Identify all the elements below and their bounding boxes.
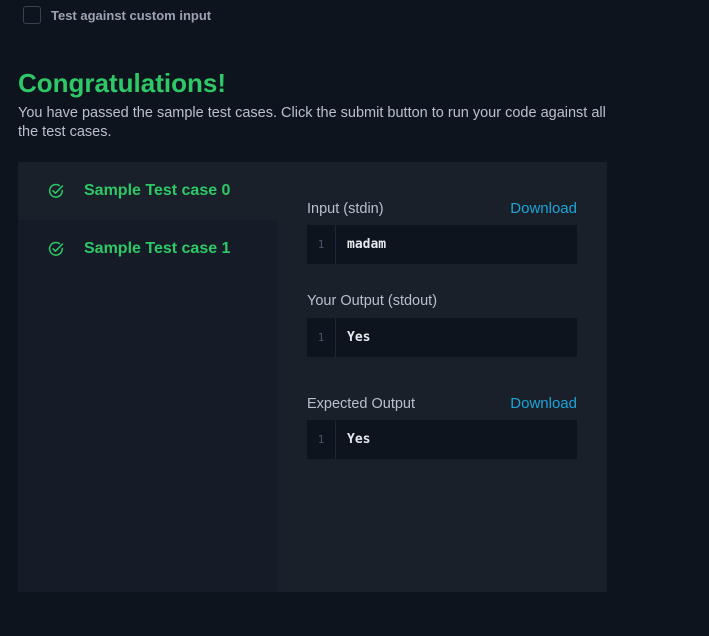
your-output-value: Yes	[347, 330, 371, 345]
test-case-label: Sample Test case 0	[84, 182, 231, 199]
input-label: Input (stdin)	[307, 201, 384, 217]
download-input-link[interactable]: Download	[510, 200, 577, 217]
input-value: madam	[347, 237, 387, 252]
custom-input-label: Test against custom input	[51, 7, 212, 23]
line-number: 1	[307, 420, 336, 459]
expected-output-section: Expected Output Download 1 Yes	[307, 395, 577, 459]
check-circle-icon	[48, 241, 64, 256]
line-number: 1	[307, 318, 336, 357]
expected-output-value: Yes	[347, 432, 371, 447]
input-code-box: 1 madam	[307, 225, 577, 264]
your-output-code-box: 1 Yes	[307, 318, 577, 357]
check-circle-icon	[48, 183, 64, 198]
test-case-list: Sample Test case 0 Sample Test case 1	[18, 162, 277, 592]
download-expected-output-link[interactable]: Download	[510, 395, 577, 412]
congrats-message: You have passed the sample test cases. C…	[18, 105, 606, 140]
congrats-title: Congratulations!	[18, 68, 226, 98]
test-case-tab-0[interactable]: Sample Test case 0	[18, 162, 277, 220]
line-number: 1	[307, 225, 336, 264]
test-case-details: Input (stdin) Download 1 madam Your Outp…	[277, 162, 607, 592]
your-output-label: Your Output (stdout)	[307, 293, 438, 309]
expected-output-label: Expected Output	[307, 396, 416, 412]
test-case-label: Sample Test case 1	[84, 240, 231, 257]
your-output-section: Your Output (stdout) 1 Yes	[307, 293, 577, 357]
custom-input-checkbox[interactable]	[23, 6, 41, 24]
expected-output-code-box: 1 Yes	[307, 420, 577, 459]
results-panel: Sample Test case 0 Sample Test case 1 In…	[18, 162, 607, 592]
test-case-tab-1[interactable]: Sample Test case 1	[18, 220, 277, 278]
custom-input-toggle[interactable]: Test against custom input	[23, 6, 211, 24]
input-section: Input (stdin) Download 1 madam	[307, 200, 577, 264]
